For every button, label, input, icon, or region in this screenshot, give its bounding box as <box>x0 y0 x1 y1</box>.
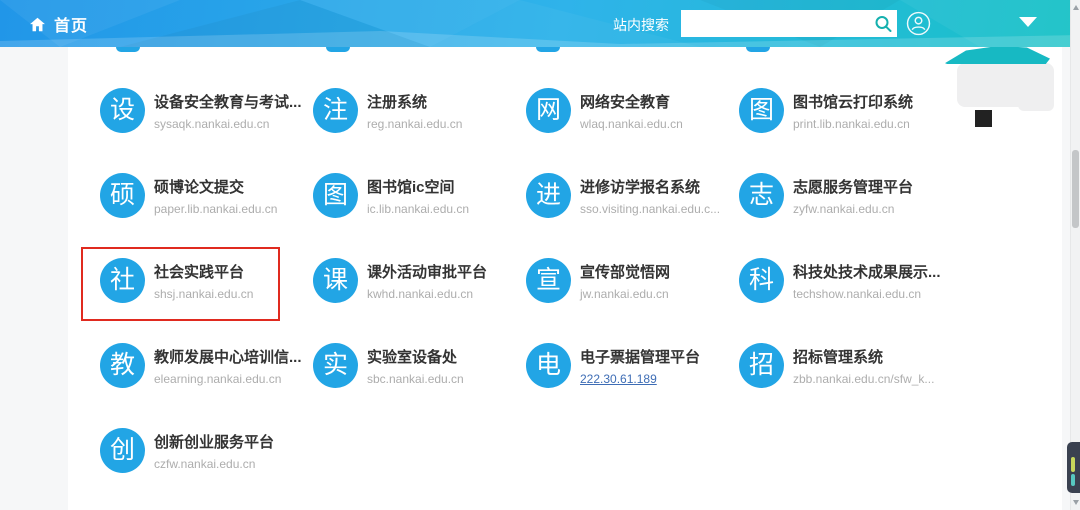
app-url: zbb.nankai.edu.cn/sfw_k... <box>793 372 934 386</box>
app-title[interactable]: 图书馆ic空间 <box>367 176 469 197</box>
app-badge-icon: 创 <box>100 428 145 473</box>
app-url: czfw.nankai.edu.cn <box>154 457 274 471</box>
scrollbar-thumb[interactable] <box>1072 150 1079 228</box>
app-item[interactable]: 课 课外活动审批平台 kwhd.nankai.edu.cn <box>313 258 526 343</box>
portal-page: 首页 站内搜索 设 设备安全教育与考试... sysaqk.nanka <box>0 0 1080 510</box>
app-item[interactable]: 硕 硕博论文提交 paper.lib.nankai.edu.cn <box>100 173 313 258</box>
app-url: sso.visiting.nankai.edu.c... <box>580 202 720 216</box>
edge-floating-widget[interactable] <box>1067 442 1080 493</box>
app-item[interactable]: 进 进修访学报名系统 sso.visiting.nankai.edu.c... <box>526 173 739 258</box>
app-item[interactable]: 图 图书馆ic空间 ic.lib.nankai.edu.cn <box>313 173 526 258</box>
app-item[interactable]: 科 科技处技术成果展示... techshow.nankai.edu.cn <box>739 258 952 343</box>
app-title[interactable]: 宣传部觉悟网 <box>580 261 670 282</box>
app-title[interactable]: 注册系统 <box>367 91 462 112</box>
app-title[interactable]: 招标管理系统 <box>793 346 934 367</box>
app-url: techshow.nankai.edu.cn <box>793 287 941 301</box>
scroll-down-arrow[interactable] <box>1073 500 1079 505</box>
app-title[interactable]: 设备安全教育与考试... <box>154 91 302 112</box>
app-url: elearning.nankai.edu.cn <box>154 372 302 386</box>
app-title[interactable]: 志愿服务管理平台 <box>793 176 913 197</box>
scrolled-icon-arc <box>326 47 350 52</box>
app-url: ic.lib.nankai.edu.cn <box>367 202 469 216</box>
app-badge-icon: 网 <box>526 88 571 133</box>
app-item[interactable]: 宣 宣传部觉悟网 jw.nankai.edu.cn <box>526 258 739 343</box>
search-icon[interactable] <box>871 14 897 34</box>
app-badge-icon: 课 <box>313 258 358 303</box>
home-icon <box>29 16 46 33</box>
app-badge-icon: 科 <box>739 258 784 303</box>
app-item[interactable]: 网 网络安全教育 wlaq.nankai.edu.cn <box>526 88 739 173</box>
app-url[interactable]: 222.30.61.189 <box>580 372 700 386</box>
app-title[interactable]: 进修访学报名系统 <box>580 176 720 197</box>
scrolled-icon-arc <box>746 47 770 52</box>
black-square-marker <box>975 110 992 127</box>
app-title[interactable]: 电子票据管理平台 <box>580 346 700 367</box>
app-badge-icon: 招 <box>739 343 784 388</box>
app-badge-icon: 设 <box>100 88 145 133</box>
masked-region-tail <box>1018 100 1054 111</box>
app-badge-icon: 进 <box>526 173 571 218</box>
app-item[interactable]: 招 招标管理系统 zbb.nankai.edu.cn/sfw_k... <box>739 343 952 428</box>
app-item[interactable]: 图 图书馆云打印系统 print.lib.nankai.edu.cn <box>739 88 952 173</box>
app-url: shsj.nankai.edu.cn <box>154 287 253 301</box>
app-url: sysaqk.nankai.edu.cn <box>154 117 302 131</box>
app-badge-icon: 电 <box>526 343 571 388</box>
app-item[interactable]: 社 社会实践平台 shsj.nankai.edu.cn <box>100 258 313 343</box>
app-title[interactable]: 硕博论文提交 <box>154 176 277 197</box>
app-title[interactable]: 社会实践平台 <box>154 261 253 282</box>
app-title[interactable]: 课外活动审批平台 <box>367 261 487 282</box>
app-badge-icon: 志 <box>739 173 784 218</box>
app-url: reg.nankai.edu.cn <box>367 117 462 131</box>
vertical-scrollbar[interactable] <box>1070 0 1080 510</box>
app-badge-icon: 宣 <box>526 258 571 303</box>
app-title[interactable]: 科技处技术成果展示... <box>793 261 941 282</box>
app-title[interactable]: 图书馆云打印系统 <box>793 91 913 112</box>
site-search-label: 站内搜索 <box>613 15 669 35</box>
scrolled-icon-arc <box>116 47 140 52</box>
app-badge-icon: 注 <box>313 88 358 133</box>
app-url: jw.nankai.edu.cn <box>580 287 670 301</box>
app-item[interactable]: 实 实验室设备处 sbc.nankai.edu.cn <box>313 343 526 428</box>
home-label[interactable]: 首页 <box>54 12 88 36</box>
app-url: wlaq.nankai.edu.cn <box>580 117 683 131</box>
top-header: 首页 站内搜索 <box>0 0 1080 47</box>
site-search-box[interactable] <box>681 10 897 37</box>
app-title[interactable]: 实验室设备处 <box>367 346 464 367</box>
scrolled-icon-arc <box>536 47 560 52</box>
app-grid: 设 设备安全教育与考试... sysaqk.nankai.edu.cn 注 注册… <box>100 88 970 510</box>
app-title[interactable]: 教师发展中心培训信... <box>154 346 302 367</box>
app-title[interactable]: 创新创业服务平台 <box>154 431 274 452</box>
widget-stripe <box>1071 474 1075 486</box>
home-nav[interactable]: 首页 <box>29 12 88 36</box>
app-item[interactable]: 教 教师发展中心培训信... elearning.nankai.edu.cn <box>100 343 313 428</box>
app-item[interactable]: 志 志愿服务管理平台 zyfw.nankai.edu.cn <box>739 173 952 258</box>
app-url: paper.lib.nankai.edu.cn <box>154 202 277 216</box>
search-input[interactable] <box>681 10 871 37</box>
app-badge-icon: 社 <box>100 258 145 303</box>
app-item[interactable]: 注 注册系统 reg.nankai.edu.cn <box>313 88 526 173</box>
app-title[interactable]: 网络安全教育 <box>580 91 683 112</box>
app-item[interactable]: 电 电子票据管理平台 222.30.61.189 <box>526 343 739 428</box>
app-badge-icon: 实 <box>313 343 358 388</box>
app-badge-icon: 图 <box>739 88 784 133</box>
app-badge-icon: 教 <box>100 343 145 388</box>
app-url: zyfw.nankai.edu.cn <box>793 202 913 216</box>
scroll-up-arrow[interactable] <box>1073 5 1079 10</box>
app-item[interactable]: 设 设备安全教育与考试... sysaqk.nankai.edu.cn <box>100 88 313 173</box>
app-badge-icon: 硕 <box>100 173 145 218</box>
app-url: sbc.nankai.edu.cn <box>367 372 464 386</box>
dropdown-arrow-icon[interactable] <box>1019 17 1037 27</box>
account-icon[interactable] <box>906 11 931 36</box>
app-url: print.lib.nankai.edu.cn <box>793 117 913 131</box>
app-badge-icon: 图 <box>313 173 358 218</box>
app-item[interactable]: 创 创新创业服务平台 czfw.nankai.edu.cn <box>100 428 313 510</box>
widget-stripe <box>1071 457 1075 472</box>
app-url: kwhd.nankai.edu.cn <box>367 287 487 301</box>
